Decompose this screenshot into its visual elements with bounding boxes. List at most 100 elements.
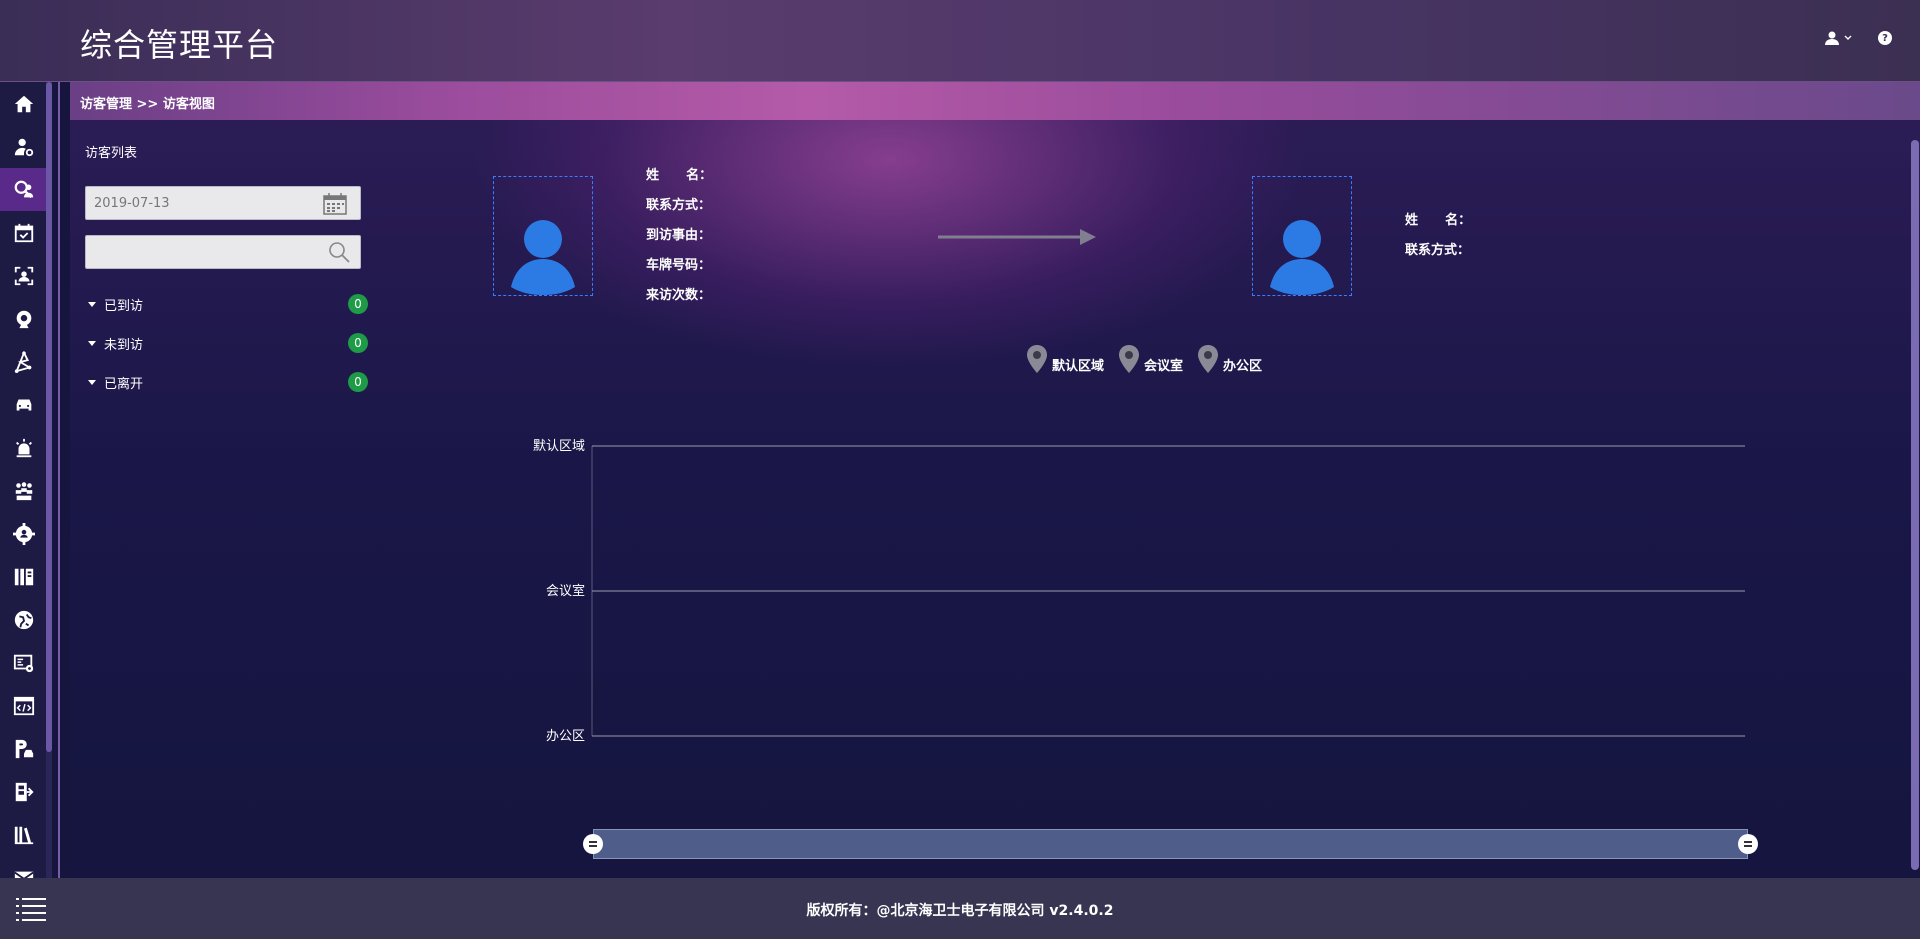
gear-person-icon: [13, 522, 35, 545]
user-settings-icon: [14, 138, 34, 156]
sidebar-item-user-settings[interactable]: [0, 125, 48, 168]
legend-item-office-area[interactable]: 办公区: [1197, 344, 1262, 374]
sidebar-item-visitor[interactable]: [0, 168, 48, 211]
zoom-track[interactable]: [593, 829, 1748, 859]
calendar-icon[interactable]: [323, 193, 347, 215]
group-left[interactable]: 已离开 0: [88, 372, 368, 392]
help-icon[interactable]: ?: [1878, 31, 1892, 45]
group-label: 未到访: [104, 337, 144, 353]
group-count-badge: 0: [348, 372, 368, 392]
search-input[interactable]: [85, 235, 361, 269]
visitor-name-label: 姓 名：: [646, 168, 713, 183]
arrow-right-icon: [938, 229, 1096, 245]
group-not-arrived[interactable]: 未到访 0: [88, 333, 368, 353]
visitor-count-label: 来访次数：: [646, 288, 712, 303]
zoom-handle-right[interactable]: [1738, 834, 1758, 854]
face-scan-icon: [14, 266, 34, 285]
terminal-settings-icon: [13, 654, 34, 672]
code-window-icon: [13, 696, 35, 715]
visitor-reason-label: 到访事由：: [646, 228, 712, 243]
content-scrollbar[interactable]: [1911, 140, 1919, 870]
sidebar-scrollbar[interactable]: [46, 82, 52, 878]
visitor-icon: [14, 180, 34, 198]
sidebar-item-group[interactable]: [0, 469, 48, 512]
group-arrived[interactable]: 已到访 0: [88, 294, 368, 314]
caret-down-icon: [88, 379, 96, 385]
sidebar-item-car[interactable]: [0, 383, 48, 426]
group-count-badge: 0: [348, 333, 368, 353]
visitor-list-title: 访客列表: [85, 146, 138, 161]
caret-down-icon: [88, 340, 96, 346]
location-pin-icon: [1119, 345, 1140, 373]
row-label-office-area: 办公区: [546, 729, 585, 744]
sidebar-divider: [58, 82, 60, 878]
sidebar-item-home[interactable]: [0, 82, 48, 125]
visit-timeline-chart: 默认区域 会议室 办公区: [520, 420, 1760, 760]
alarm-icon: [16, 438, 32, 457]
sidebar-item-door[interactable]: [0, 770, 48, 813]
host-name-label: 姓 名：: [1405, 213, 1472, 228]
legend-label: 办公区: [1223, 359, 1263, 374]
app-title: 综合管理平台: [80, 26, 279, 64]
car-icon: [16, 399, 32, 410]
sidebar-item-camera[interactable]: [0, 297, 48, 340]
door-icon: [15, 782, 34, 801]
zoom-handle-left[interactable]: [583, 834, 603, 854]
date-input[interactable]: [85, 186, 361, 220]
legend-item-default-area[interactable]: 默认区域: [1026, 344, 1104, 374]
avatar-icon: [511, 220, 575, 295]
globe-icon: [14, 610, 34, 629]
visitor-list-panel: 访客列表 已到访 0 未到访 0 已离开 0: [70, 120, 380, 878]
visitor-info: 姓 名： 联系方式： 到访事由： 车牌号码： 来访次数：: [646, 161, 712, 311]
caret-down-icon: [88, 301, 96, 307]
legend-label: 会议室: [1144, 359, 1184, 374]
area-legend: 默认区域 会议室 办公区: [1026, 344, 1262, 374]
legend-item-meeting-room[interactable]: 会议室: [1118, 344, 1183, 374]
user-icon: [1825, 31, 1839, 45]
cabinet-icon: [14, 568, 34, 585]
app-header: 综合管理平台 ?: [0, 0, 1920, 82]
breadcrumb: 访客管理 >> 访客视图: [80, 97, 215, 112]
location-pin-icon: [1027, 345, 1047, 373]
icon-sidebar: [0, 82, 50, 884]
host-info: 姓 名： 联系方式：: [1405, 206, 1471, 266]
network-icon: [14, 350, 32, 373]
group-count-badge: 0: [348, 294, 368, 314]
home-icon: [14, 95, 34, 112]
visitor-avatar: [493, 176, 593, 296]
visitor-plate-label: 车牌号码：: [646, 258, 712, 273]
host-contact-label: 联系方式：: [1405, 243, 1471, 258]
sidebar-item-gear-person[interactable]: [0, 512, 48, 555]
calendar-check-icon: [14, 223, 34, 242]
camera-icon: [16, 310, 32, 328]
group-icon: [15, 481, 33, 500]
row-label-meeting-room: 会议室: [546, 583, 585, 599]
search-icon[interactable]: [328, 241, 350, 263]
sidebar-item-terminal-settings[interactable]: [0, 641, 48, 684]
row-label-default-area: 默认区域: [533, 438, 585, 454]
chevron-down-icon: [1844, 35, 1852, 40]
avatar-icon: [1270, 220, 1334, 295]
host-avatar: [1252, 176, 1352, 296]
sidebar-item-globe[interactable]: [0, 598, 48, 641]
sidebar-item-parking[interactable]: [0, 727, 48, 770]
sidebar-item-face-scan[interactable]: [0, 254, 48, 297]
timeline-zoom-slider[interactable]: [583, 829, 1758, 859]
sidebar-item-cabinet[interactable]: [0, 555, 48, 598]
footer: 版权所有：@北京海卫士电子有限公司 v2.4.0.2: [0, 878, 1920, 939]
sidebar-item-library[interactable]: [0, 813, 48, 856]
legend-label: 默认区域: [1052, 359, 1105, 374]
user-menu[interactable]: [1824, 30, 1852, 46]
copyright-text: 版权所有：@北京海卫士电子有限公司 v2.4.0.2: [806, 903, 1114, 919]
parking-icon: [15, 739, 34, 758]
group-label: 已离开: [104, 376, 144, 392]
sidebar-item-calendar[interactable]: [0, 211, 48, 254]
sidebar-item-network[interactable]: [0, 340, 48, 383]
breadcrumb-bar: 访客管理 >> 访客视图: [70, 82, 1920, 120]
sidebar-item-code-window[interactable]: [0, 684, 48, 727]
sidebar-item-alarm[interactable]: [0, 426, 48, 469]
location-pin-icon: [1198, 345, 1219, 373]
visitor-contact-label: 联系方式：: [646, 198, 712, 213]
library-icon: [14, 826, 34, 844]
group-label: 已到访: [104, 298, 144, 314]
